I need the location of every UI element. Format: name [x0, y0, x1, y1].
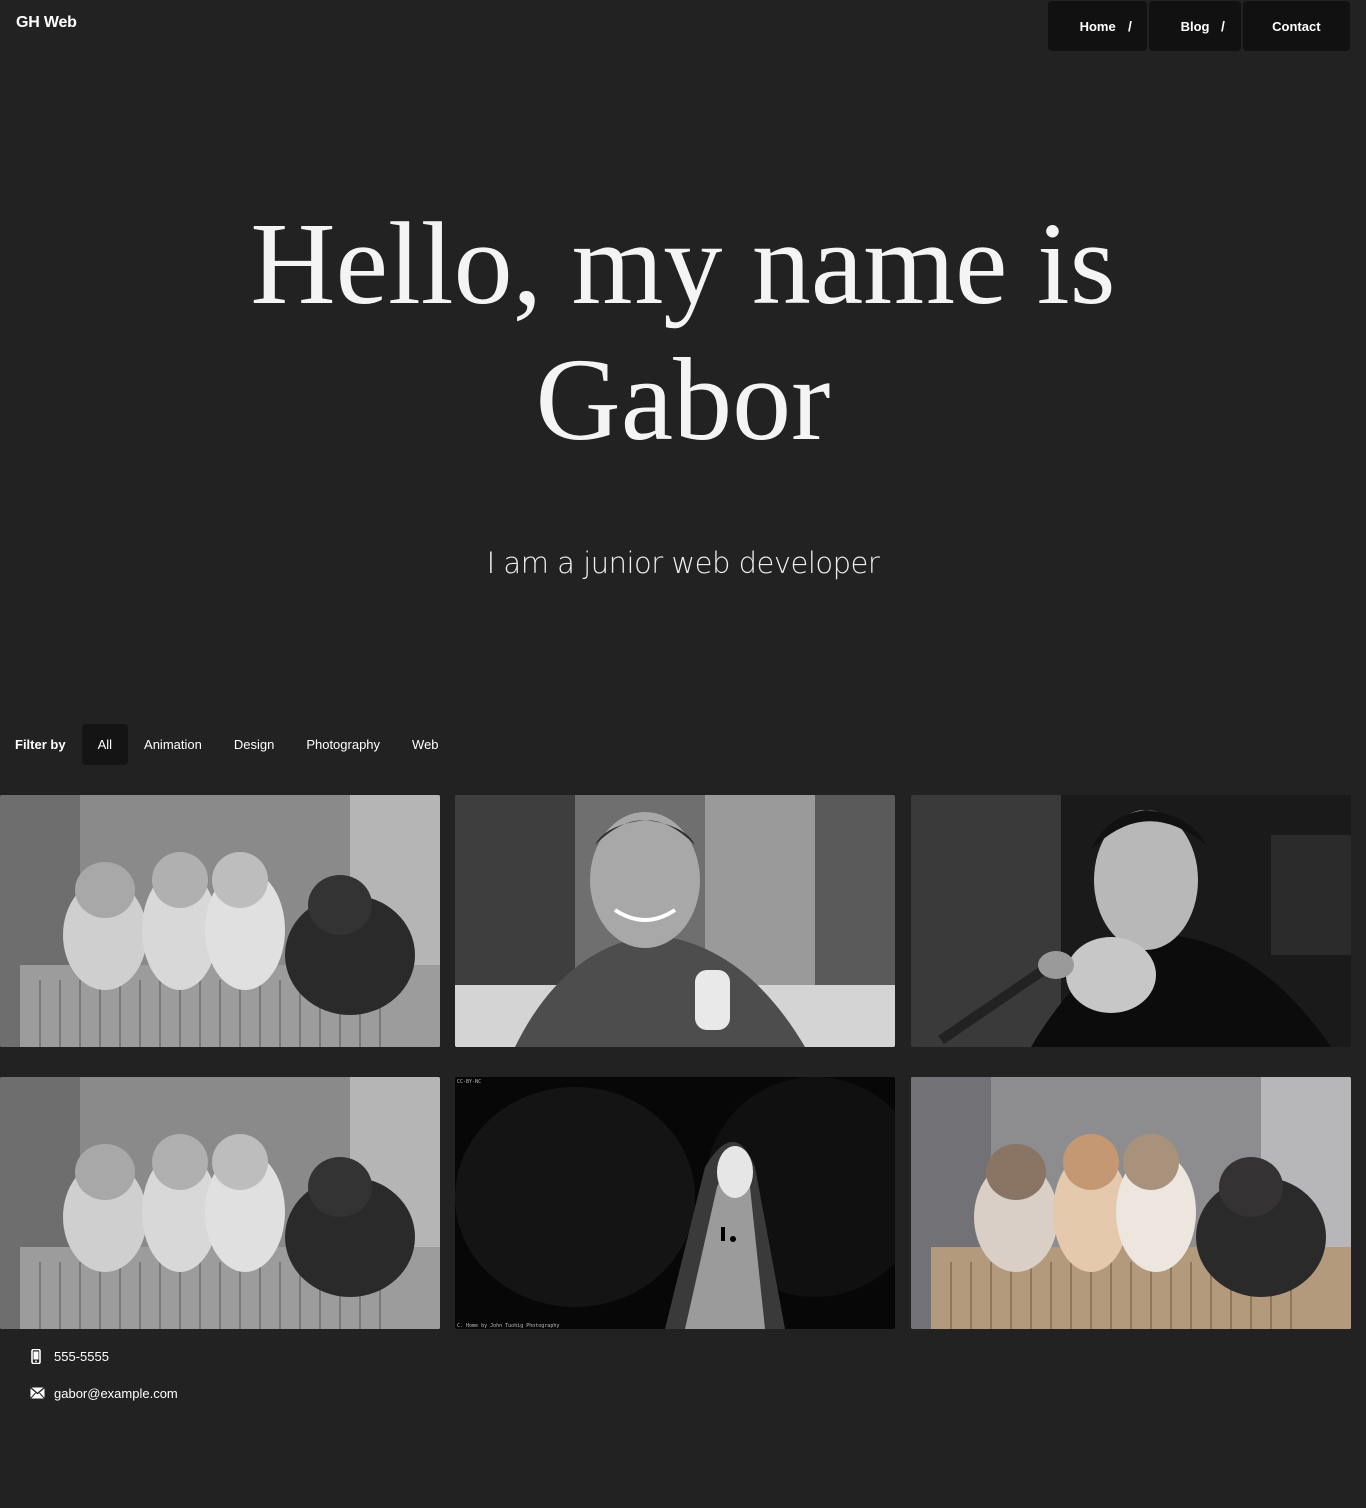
filter-bar: Filter by All Animation Design Photograp… — [0, 724, 455, 765]
contact-email: gabor@example.com — [30, 1383, 178, 1403]
mobile-phone-icon — [30, 1348, 54, 1364]
email-address[interactable]: gabor@example.com — [54, 1386, 178, 1401]
gallery-item-kittens[interactable] — [0, 795, 440, 1047]
forest-caption-bottom: C. Home by John Tuohig Photography — [457, 1323, 559, 1329]
kittens-image — [0, 795, 440, 1047]
filter-label: Filter by — [15, 737, 66, 752]
hero-title-line1: Hello, my name is — [250, 198, 1116, 329]
kittens-image — [911, 1077, 1351, 1329]
filter-all-button[interactable]: All — [81, 724, 129, 765]
hero-title-line2: Gabor — [535, 334, 831, 465]
gallery-item-kittens[interactable] — [0, 1077, 440, 1329]
filter-animation-button[interactable]: Animation — [128, 724, 218, 765]
filter-photography-button[interactable]: Photography — [290, 724, 396, 765]
nav-blog-link[interactable]: Blog — [1149, 1, 1241, 51]
nav-separator: / — [1128, 18, 1132, 34]
hero-title: Hello, my name is Gabor — [0, 196, 1366, 468]
nav-home-link[interactable]: Home — [1048, 1, 1148, 51]
contact-info: 555-5555 gabor@example.com — [30, 1346, 178, 1420]
filter-design-button[interactable]: Design — [218, 724, 290, 765]
filter-web-button[interactable]: Web — [396, 724, 455, 765]
gallery-item-forest-path[interactable]: CC-BY-NC C. Home by John Tuohig Photogra… — [455, 1077, 895, 1329]
nav-separator: / — [1221, 18, 1225, 34]
gallery-item-portrait-2[interactable] — [911, 795, 1351, 1047]
main-nav: Home Blog Contact / / — [1048, 1, 1350, 51]
page: GH Web Home Blog Contact / / Hello, my n… — [0, 0, 1366, 1508]
portrait-image — [455, 795, 895, 1047]
hero-subtitle: I am a junior web developer — [486, 546, 880, 580]
envelope-icon — [30, 1387, 54, 1399]
site-brand[interactable]: GH Web — [16, 14, 77, 32]
contact-phone: 555-5555 — [30, 1346, 178, 1366]
phone-number[interactable]: 555-5555 — [54, 1349, 109, 1364]
forest-caption-top: CC-BY-NC — [457, 1079, 481, 1085]
gallery-item-kittens-color[interactable] — [911, 1077, 1351, 1329]
forest-path-image: CC-BY-NC C. Home by John Tuohig Photogra… — [455, 1077, 895, 1329]
portrait-image — [911, 795, 1351, 1047]
kittens-image — [0, 1077, 440, 1329]
nav-contact-link[interactable]: Contact — [1242, 1, 1350, 51]
gallery-item-portrait-1[interactable] — [455, 795, 895, 1047]
